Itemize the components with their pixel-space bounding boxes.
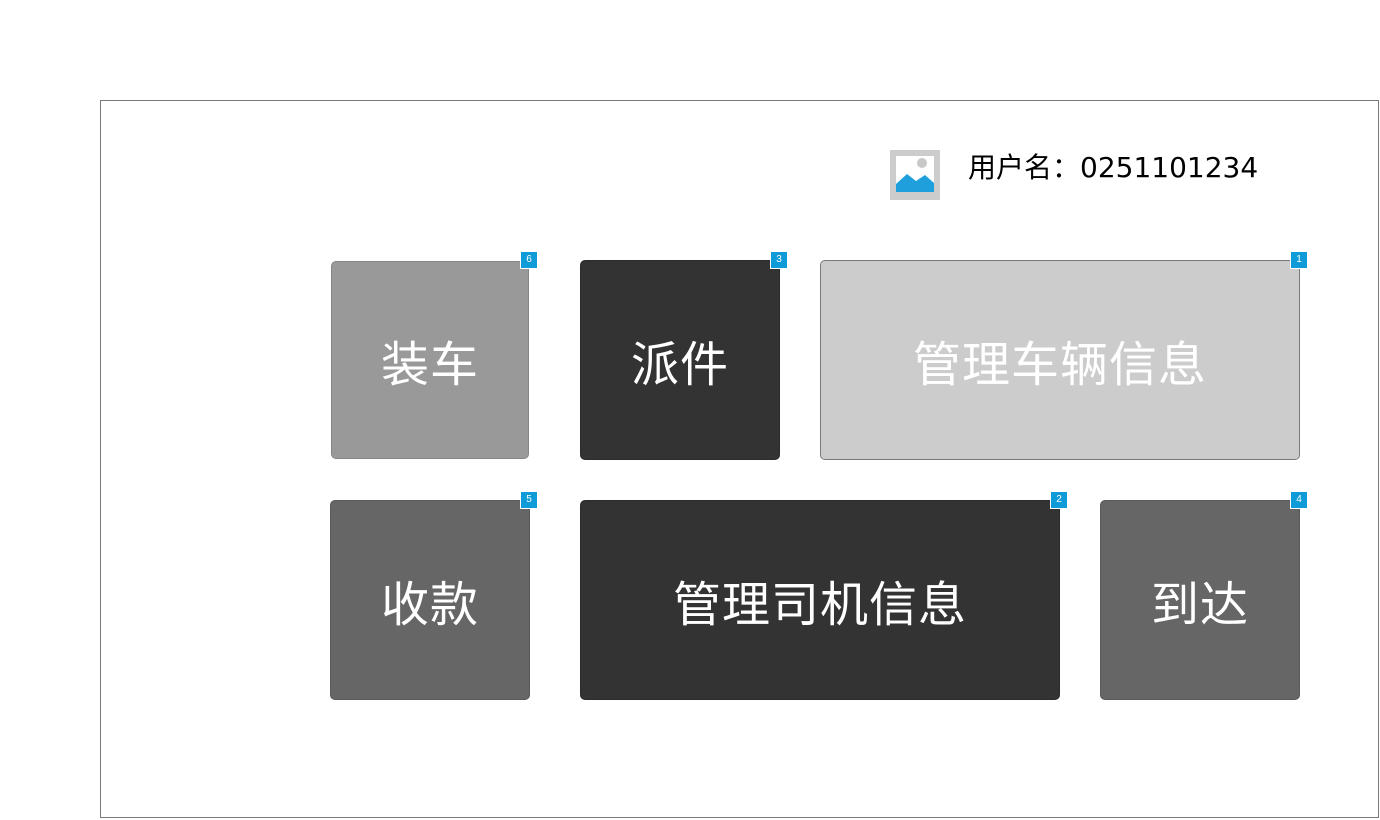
- tile-dispatch[interactable]: 派件: [580, 260, 780, 460]
- tile-loading-label: 装车: [380, 337, 479, 393]
- tile-loading-badge: 6: [520, 251, 538, 269]
- tile-payment-badge: 5: [520, 491, 538, 509]
- username-label: 用户名：0251101234: [968, 151, 1259, 184]
- tile-arrival-badge: 4: [1290, 491, 1308, 509]
- tile-arrival-label: 到达: [1150, 577, 1249, 633]
- image-placeholder-icon: [890, 150, 940, 200]
- tile-payment[interactable]: 收款: [330, 500, 530, 700]
- tile-dispatch-label: 派件: [630, 337, 729, 393]
- tile-manage-drivers[interactable]: 管理司机信息: [580, 500, 1060, 700]
- tile-loading[interactable]: 装车: [331, 261, 529, 459]
- tile-manage-vehicles-badge: 1: [1290, 251, 1308, 269]
- tile-manage-drivers-label: 管理司机信息: [672, 577, 967, 633]
- tile-manage-vehicles[interactable]: 管理车辆信息: [820, 260, 1300, 460]
- tile-manage-vehicles-label: 管理车辆信息: [912, 337, 1207, 393]
- tile-dispatch-badge: 3: [770, 251, 788, 269]
- user-avatar-image[interactable]: [890, 150, 940, 200]
- tile-payment-label: 收款: [380, 577, 479, 633]
- tile-arrival[interactable]: 到达: [1100, 500, 1300, 700]
- tile-manage-drivers-badge: 2: [1050, 491, 1068, 509]
